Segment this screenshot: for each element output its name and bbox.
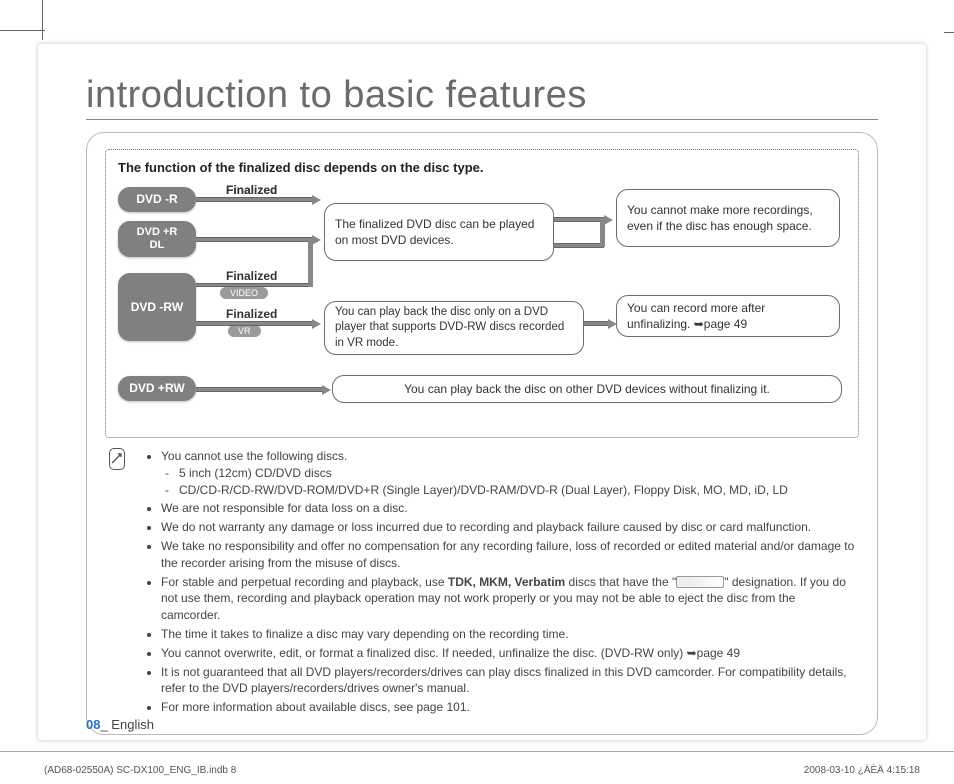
footer-right: 2008-03-10 ¿ÀÈÄ 4:15:18 [804, 765, 920, 776]
pill-dvd-plus-rw: DVD +RW [118, 376, 196, 401]
label-finalized-3: Finalized [226, 269, 277, 283]
disc-diagram: DVD -R DVD +R DL DVD -RW DVD +RW Finaliz… [118, 183, 846, 423]
pill-dvd-r: DVD -R [118, 187, 196, 212]
box-vr-play: You can play back the disc only on a DVD… [324, 301, 584, 355]
note-item: You cannot overwrite, edit, or format a … [161, 645, 855, 662]
note-item: The time it takes to finalize a disc may… [161, 626, 855, 643]
note-icon [109, 448, 125, 470]
page-title: introduction to basic features [86, 74, 878, 120]
pill-dvd-r-dl: DVD +R DL [118, 221, 196, 257]
notes-section: You cannot use the following discs. - 5 … [105, 448, 859, 718]
note-item: You cannot use the following discs. - 5 … [161, 448, 855, 498]
note-item: We are not responsible for data loss on … [161, 500, 855, 517]
page-container: introduction to basic features The funct… [38, 44, 926, 740]
note-item: We take no responsibility and offer no c… [161, 538, 855, 572]
page-number: 08_ English [86, 717, 154, 732]
panel-heading: The function of the finalized disc depen… [118, 160, 846, 175]
pill-dvd-rw: DVD -RW [118, 273, 196, 341]
mini-pill-video: VIDEO [220, 287, 268, 299]
dotted-container: The function of the finalized disc depen… [105, 149, 859, 438]
label-finalized-4: Finalized [226, 307, 277, 321]
notes-list: You cannot use the following discs. - 5 … [143, 448, 855, 718]
mini-pill-vr: VR [228, 325, 261, 337]
dvd-camera-logo-icon [676, 576, 724, 588]
box-finalized-play: The finalized DVD disc can be played on … [324, 203, 554, 261]
note-item: We do not warranty any damage or loss in… [161, 519, 855, 536]
doc-footer: (AD68-02550A) SC-DX100_ENG_IB.indb 8 200… [38, 765, 926, 776]
note-item: It is not guaranteed that all DVD player… [161, 664, 855, 698]
note-item: For more information about available dis… [161, 699, 855, 716]
box-no-more-record: You cannot make more recordings, even if… [616, 189, 840, 247]
feature-panel: The function of the finalized disc depen… [86, 132, 878, 735]
note-item: For stable and perpetual recording and p… [161, 574, 855, 624]
box-record-after-unfinal: You can record more after unfinalizing. … [616, 295, 840, 337]
label-finalized-2: Finalized [226, 183, 277, 197]
box-plusrw: You can play back the disc on other DVD … [332, 375, 842, 403]
footer-left: (AD68-02550A) SC-DX100_ENG_IB.indb 8 [44, 765, 236, 776]
